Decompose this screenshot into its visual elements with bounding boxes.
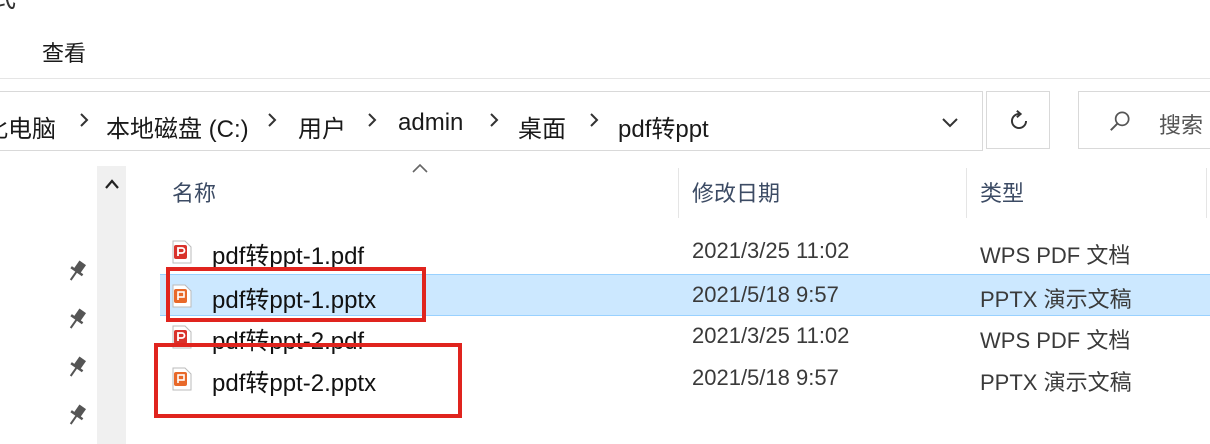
file-type: PPTX 演示文稿 (980, 370, 1132, 395)
highlight-box-pptx-1 (166, 267, 426, 322)
sort-ascending-icon (412, 163, 428, 173)
column-divider[interactable] (1206, 168, 1207, 218)
column-header-modified[interactable]: 修改日期 (692, 176, 780, 208)
file-modified-date: 2021/3/25 11:02 (692, 238, 850, 263)
pin-icon[interactable] (66, 402, 88, 428)
chevron-right-icon (590, 113, 599, 127)
file-modified-date: 2021/5/18 9:57 (692, 282, 839, 307)
pin-icon[interactable] (66, 354, 88, 380)
file-modified-date: 2021/3/25 11:02 (692, 323, 850, 348)
search-icon (1110, 111, 1130, 131)
file-name: pdf转ppt-1.pdf (212, 243, 365, 270)
pdf-file-icon (172, 240, 192, 264)
file-modified-date: 2021/5/18 9:57 (692, 365, 839, 390)
pin-icon[interactable] (66, 306, 88, 332)
chevron-down-icon[interactable] (938, 110, 962, 134)
chevron-right-icon (268, 113, 277, 127)
column-divider[interactable] (678, 168, 679, 218)
breadcrumb-current-folder[interactable]: pdf转ppt (618, 109, 709, 144)
address-bar[interactable]: 此电脑 本地磁盘 (C:) 用户 admin 桌面 pdf转ppt (0, 91, 983, 151)
nav-pane-scrollbar[interactable] (97, 166, 126, 444)
chevron-up-icon (105, 179, 119, 189)
search-placeholder: 搜索 (1159, 113, 1204, 138)
breadcrumb-admin[interactable]: admin (398, 109, 463, 137)
ribbon-divider (0, 78, 1210, 79)
chevron-right-icon (368, 113, 377, 127)
column-header-name[interactable]: 名称 (172, 176, 216, 208)
tab-view[interactable]: 查看 (42, 36, 86, 68)
refresh-icon (1011, 109, 1028, 129)
chevron-right-icon (80, 113, 89, 127)
file-type: WPS PDF 文档 (980, 328, 1131, 353)
scroll-up-button[interactable] (97, 166, 126, 204)
breadcrumb-this-pc[interactable]: 此电脑 (0, 109, 56, 144)
breadcrumb-local-disk[interactable]: 本地磁盘 (C:) (106, 109, 249, 144)
search-box[interactable]: 搜索 (1078, 91, 1210, 149)
breadcrumb-users[interactable]: 用户 (298, 109, 346, 144)
chevron-right-icon (490, 113, 499, 127)
highlight-box-pptx-2 (154, 343, 462, 418)
column-header-type[interactable]: 类型 (980, 176, 1024, 208)
window-title-fragment: 式 (0, 0, 16, 15)
breadcrumb-desktop[interactable]: 桌面 (518, 109, 566, 144)
column-divider[interactable] (966, 168, 967, 218)
pin-icon[interactable] (66, 258, 88, 284)
file-type: WPS PDF 文档 (980, 243, 1131, 268)
refresh-button[interactable] (986, 91, 1050, 149)
file-type: PPTX 演示文稿 (980, 287, 1132, 312)
